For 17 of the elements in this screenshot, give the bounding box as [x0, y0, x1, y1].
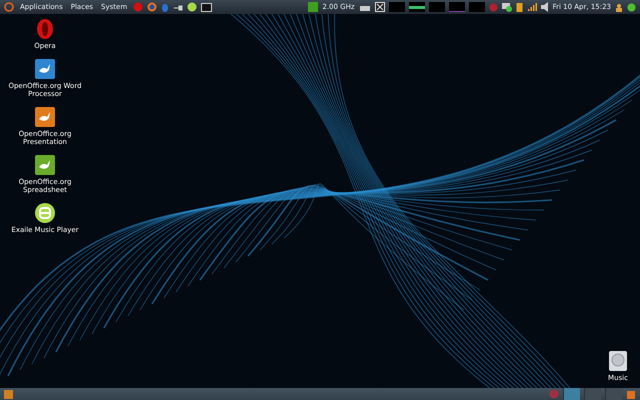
- globe-icon[interactable]: [147, 2, 158, 12]
- signal-icon[interactable]: [526, 2, 537, 12]
- opera-icon[interactable]: [34, 18, 56, 40]
- workspace-switcher-cell[interactable]: [584, 388, 601, 400]
- terminal-icon[interactable]: [201, 2, 212, 12]
- volume-icon[interactable]: [540, 2, 549, 12]
- distro-logo-icon[interactable]: [4, 2, 14, 12]
- notification-icon[interactable]: [502, 2, 512, 12]
- hard-drive-icon[interactable]: [607, 350, 629, 372]
- document-bird-icon[interactable]: [34, 106, 56, 128]
- workspace-switcher-cell[interactable]: [563, 388, 580, 400]
- system-monitor-graph[interactable]: [408, 2, 425, 12]
- document-bird-icon[interactable]: [34, 58, 56, 80]
- network-icon[interactable]: [374, 2, 385, 12]
- workspace-switcher-cell[interactable]: [605, 388, 622, 400]
- document-bird-icon[interactable]: [34, 154, 56, 176]
- user-icon[interactable]: [615, 2, 623, 12]
